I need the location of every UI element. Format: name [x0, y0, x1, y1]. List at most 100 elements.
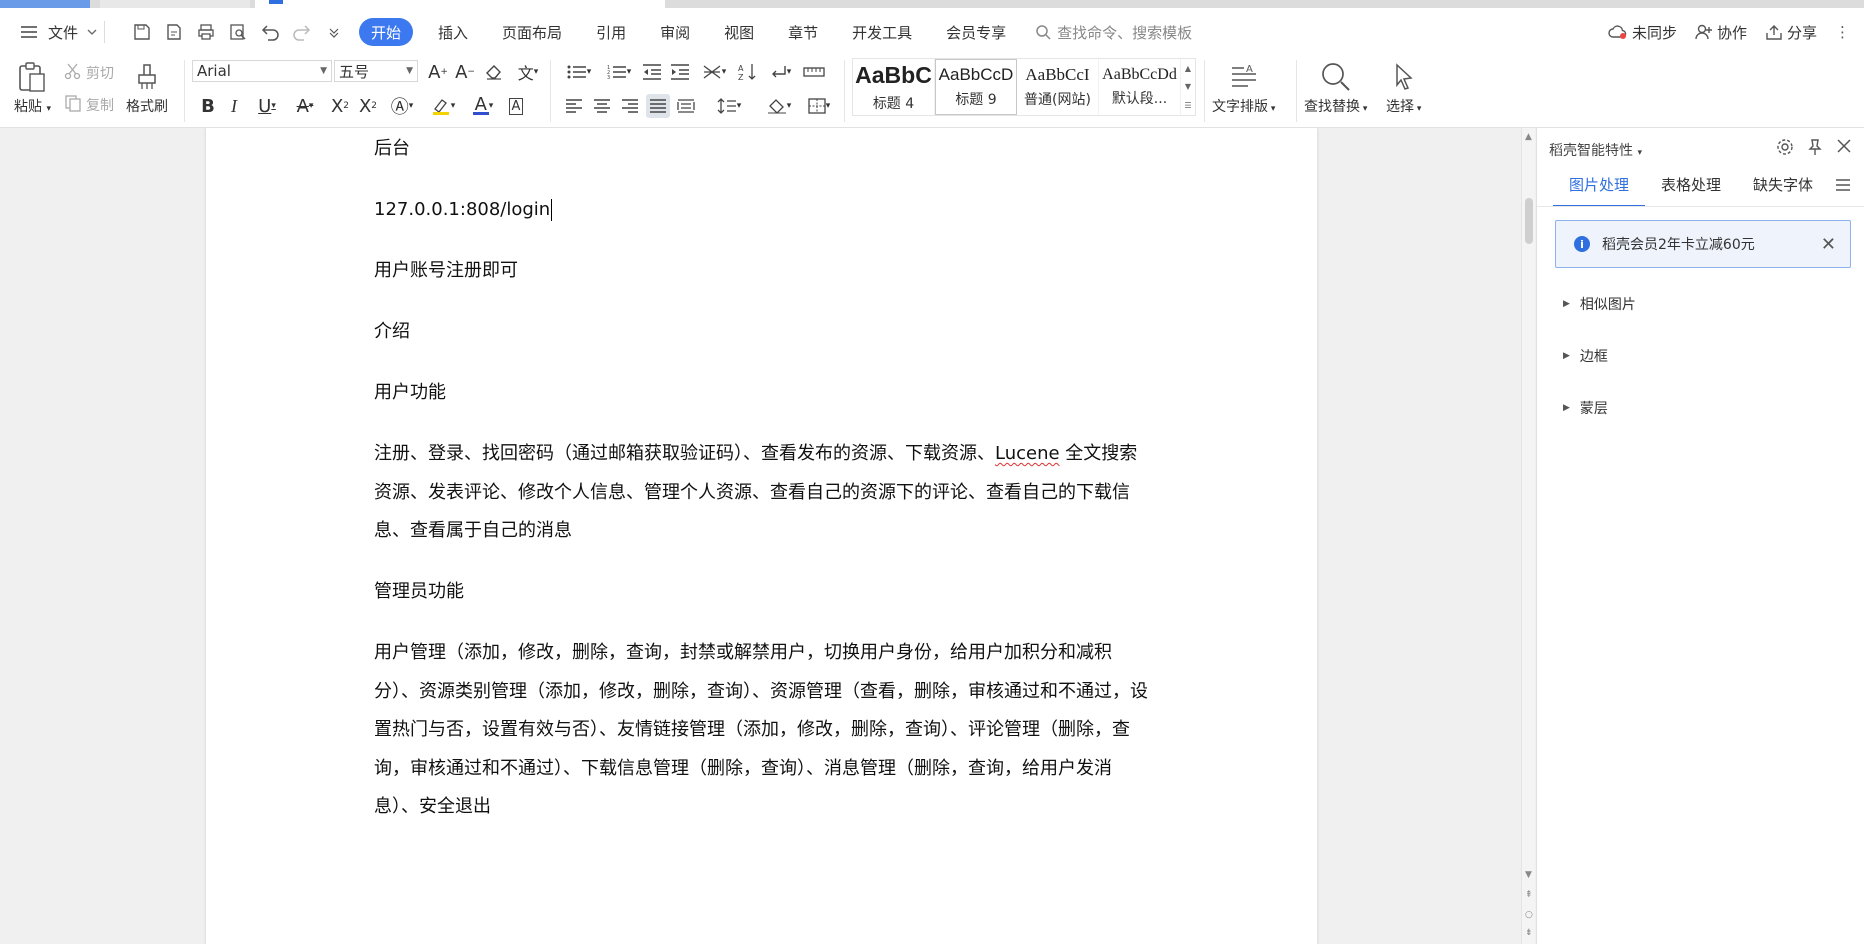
increase-indent-icon[interactable]: [668, 60, 692, 84]
gear-icon[interactable]: [1776, 138, 1794, 160]
strikethrough-icon[interactable]: A ▾: [290, 94, 320, 118]
expand-gallery-icon[interactable]: ☰: [1184, 101, 1191, 110]
bullet-list-icon[interactable]: ▾: [562, 60, 596, 84]
align-left-icon[interactable]: [562, 94, 586, 118]
close-icon[interactable]: [1836, 138, 1852, 160]
copy-button[interactable]: 复制: [64, 94, 114, 116]
style-gallery-scroll[interactable]: ▲ ▼ ☰: [1181, 59, 1195, 115]
font-color-icon[interactable]: A ▾: [466, 94, 500, 118]
previous-page-icon[interactable]: ⇞: [1525, 890, 1533, 900]
paragraph[interactable]: 介绍: [374, 313, 1154, 352]
grow-font-icon[interactable]: A +: [426, 60, 450, 84]
panel-tab-table[interactable]: 表格处理: [1645, 174, 1737, 207]
tab-view[interactable]: 视图: [707, 18, 771, 46]
paragraph[interactable]: 后台: [374, 130, 1154, 169]
sync-status[interactable]: 未同步: [1608, 22, 1677, 43]
align-center-icon[interactable]: [590, 94, 614, 118]
undo-icon[interactable]: [259, 21, 281, 43]
style-heading-9[interactable]: AaBbCcD 标题 9: [935, 59, 1017, 115]
format-painter-button[interactable]: 格式刷: [126, 60, 168, 116]
text-effect-icon[interactable]: Ⓐ ▾: [386, 94, 418, 118]
bold-icon[interactable]: B: [196, 94, 220, 118]
scroll-up-icon[interactable]: ▲: [1525, 132, 1532, 142]
paragraph[interactable]: 用户功能: [374, 374, 1154, 413]
next-page-icon[interactable]: ⇟: [1525, 928, 1533, 938]
customize-toolbar-icon[interactable]: [323, 21, 345, 43]
print-preview-icon[interactable]: [227, 21, 249, 43]
tab-references[interactable]: 引用: [579, 18, 643, 46]
tab-developer[interactable]: 开发工具: [835, 18, 929, 46]
style-normal-web[interactable]: AaBbCcI 普通(网站): [1017, 59, 1099, 115]
promo-notice[interactable]: i 稻壳会员2年卡立减60元 ✕: [1555, 220, 1851, 268]
tab-review[interactable]: 审阅: [643, 18, 707, 46]
font-name-select[interactable]: Arial ▼: [192, 60, 332, 82]
document-page[interactable]: 后台 127.0.0.1:808/login 用户账号注册即可 介绍 用户功能 …: [206, 128, 1317, 944]
table-of-contents-icon[interactable]: [802, 60, 826, 84]
scroll-down-icon[interactable]: ▼: [1525, 870, 1532, 880]
close-icon[interactable]: ✕: [1821, 234, 1836, 255]
paragraph-admin-features[interactable]: 用户管理（添加，修改，删除，查询，封禁或解禁用户，切换用户身份，给用户加积分和减…: [374, 634, 1154, 827]
vertical-scrollbar[interactable]: ▲ ▼ ⇞ ○ ⇟: [1521, 128, 1535, 944]
tab-member[interactable]: 会员专享: [929, 18, 1023, 46]
select-button[interactable]: 选择 ▾: [1386, 60, 1421, 116]
command-search[interactable]: 查找命令、搜索模板: [1035, 21, 1192, 43]
italic-icon[interactable]: I: [222, 94, 246, 118]
save-as-icon[interactable]: [163, 21, 185, 43]
paste-button[interactable]: 粘贴 ▾: [14, 60, 51, 116]
justify-icon[interactable]: [646, 94, 670, 118]
borders-icon[interactable]: ▾: [802, 94, 836, 118]
superscript-icon[interactable]: X2: [328, 94, 352, 118]
paragraph[interactable]: 用户账号注册即可: [374, 252, 1154, 291]
share-button[interactable]: 分享: [1765, 22, 1817, 43]
more-icon[interactable]: ⋮: [1835, 23, 1850, 41]
shading-icon[interactable]: ▾: [762, 94, 796, 118]
panel-item-mask[interactable]: ▶ 蒙层: [1563, 398, 1608, 418]
cut-button[interactable]: 剪切: [64, 62, 114, 84]
tab-insert[interactable]: 插入: [421, 18, 485, 46]
phonetic-guide-icon[interactable]: 文 ▾: [512, 60, 544, 84]
panel-item-border[interactable]: ▶ 边框: [1563, 346, 1608, 366]
paragraph-user-features[interactable]: 注册、登录、找回密码（通过邮箱获取验证码）、查看发布的资源、下载资源、Lucen…: [374, 435, 1154, 551]
tab-strip-doc-active[interactable]: [255, 0, 665, 8]
paragraph[interactable]: 管理员功能: [374, 573, 1154, 612]
sort-icon[interactable]: AZ: [736, 60, 760, 84]
line-spacing-icon[interactable]: ▾: [712, 94, 746, 118]
subscript-icon[interactable]: X2: [356, 94, 380, 118]
find-replace-button[interactable]: 查找替换 ▾: [1304, 60, 1367, 116]
list-menu-icon[interactable]: [1836, 176, 1850, 195]
text-layout-button[interactable]: A 文字排版 ▾: [1212, 60, 1275, 116]
panel-title[interactable]: 稻壳智能特性 ▾: [1549, 140, 1642, 160]
style-default-paragraph[interactable]: AaBbCcDd 默认段...: [1099, 59, 1181, 115]
shrink-font-icon[interactable]: A −: [453, 60, 477, 84]
tab-home[interactable]: 开始: [359, 18, 414, 46]
save-icon[interactable]: [131, 21, 153, 43]
tab-page-layout[interactable]: 页面布局: [485, 18, 579, 46]
browse-object-icon[interactable]: ○: [1525, 910, 1533, 920]
highlight-icon[interactable]: ▾: [426, 94, 460, 118]
file-menu[interactable]: 文件: [18, 21, 98, 43]
font-size-select[interactable]: 五号 ▼: [334, 60, 418, 82]
chevron-down-icon[interactable]: ▼: [1185, 82, 1191, 91]
tab-section[interactable]: 章节: [771, 18, 835, 46]
tab-strip-doc-1[interactable]: [100, 0, 250, 8]
collaborate-button[interactable]: 协作: [1695, 22, 1747, 43]
pin-icon[interactable]: [1806, 138, 1824, 160]
align-right-icon[interactable]: [618, 94, 642, 118]
distributed-align-icon[interactable]: [674, 94, 698, 118]
paragraph-url[interactable]: 127.0.0.1:808/login: [374, 191, 1154, 230]
tab-strip-home[interactable]: [0, 0, 90, 8]
scrollbar-thumb[interactable]: [1525, 198, 1533, 244]
decrease-indent-icon[interactable]: [640, 60, 664, 84]
redo-icon[interactable]: [291, 21, 313, 43]
numbered-list-icon[interactable]: 1 2 3 ▾: [602, 60, 636, 84]
chevron-up-icon[interactable]: ▲: [1185, 64, 1191, 73]
panel-item-similar-images[interactable]: ▶ 相似图片: [1563, 294, 1636, 314]
panel-tab-missing-fonts[interactable]: 缺失字体: [1737, 174, 1829, 207]
print-icon[interactable]: [195, 21, 217, 43]
clear-format-icon[interactable]: [482, 60, 506, 84]
chinese-layout-icon[interactable]: ▾: [698, 60, 730, 84]
character-border-icon[interactable]: A: [504, 94, 528, 118]
panel-tab-image[interactable]: 图片处理: [1553, 174, 1646, 207]
document-canvas[interactable]: 后台 127.0.0.1:808/login 用户账号注册即可 介绍 用户功能 …: [0, 128, 1521, 944]
style-heading-4[interactable]: AaBbC 标题 4: [853, 59, 935, 115]
